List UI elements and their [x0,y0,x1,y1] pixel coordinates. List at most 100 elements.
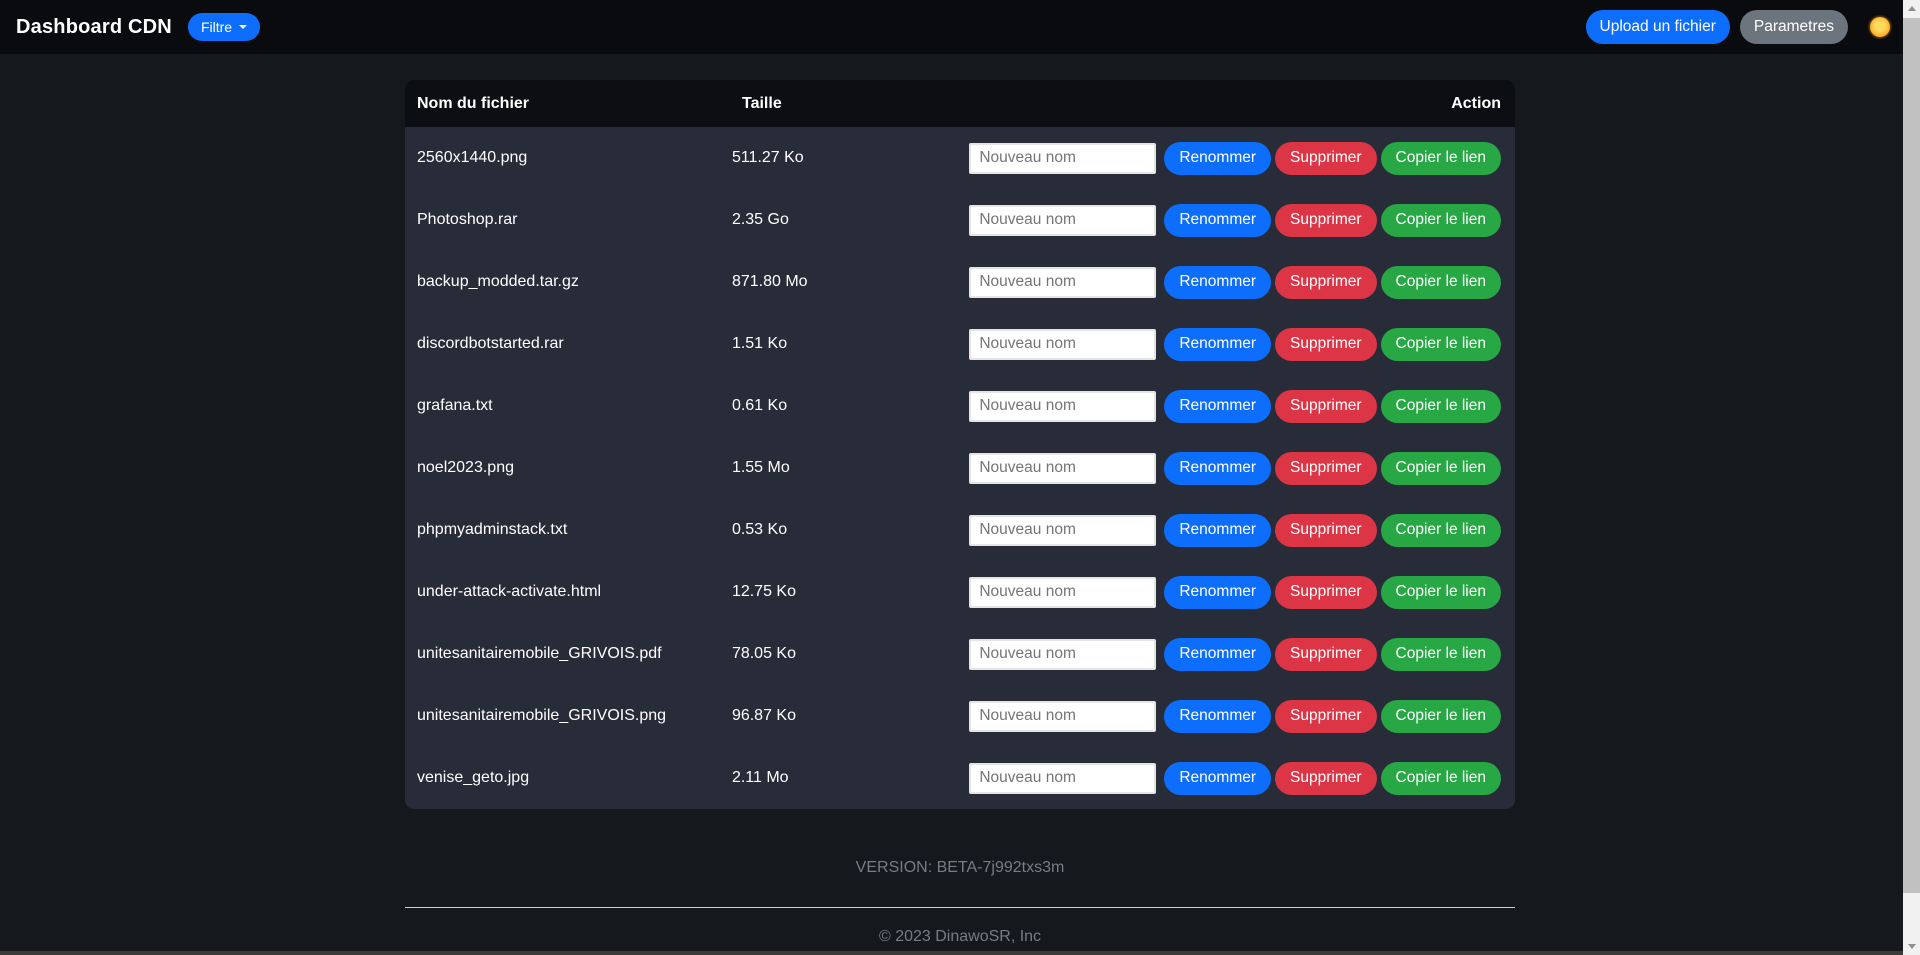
rename-input[interactable] [969,701,1156,732]
rename-button[interactable]: Renommer [1164,638,1271,671]
copyright-text: © 2023 DinawoSR, Inc [405,928,1515,946]
delete-button[interactable]: Supprimer [1275,328,1377,361]
copy-link-button[interactable]: Copier le lien [1381,204,1501,237]
app-title: Dashboard CDN [16,16,172,39]
rename-input[interactable] [969,577,1156,608]
file-name: unitesanitairemobile_GRIVOIS.pdf [405,645,732,663]
table-row: backup_modded.tar.gz 871.80 Mo Renommer … [405,251,1515,313]
rename-input[interactable] [969,639,1156,670]
rename-input[interactable] [969,453,1156,484]
navbar: Dashboard CDN Filtre Upload un fichier P… [0,0,1920,54]
file-name: 2560x1440.png [405,149,732,167]
table-row: discordbotstarted.rar 1.51 Ko Renommer S… [405,313,1515,375]
filter-dropdown-label: Filtre [201,19,232,35]
rename-input[interactable] [969,329,1156,360]
vertical-scrollbar[interactable] [1903,0,1920,955]
rename-input[interactable] [969,515,1156,546]
delete-button[interactable]: Supprimer [1275,266,1377,299]
rename-button[interactable]: Renommer [1164,452,1271,485]
row-actions: Renommer Supprimer Copier le lien [969,142,1515,175]
table-row: Photoshop.rar 2.35 Go Renommer Supprimer… [405,189,1515,251]
filter-dropdown-button[interactable]: Filtre [188,13,260,41]
file-name: phpmyadminstack.txt [405,521,732,539]
row-actions: Renommer Supprimer Copier le lien [969,700,1515,733]
row-actions: Renommer Supprimer Copier le lien [969,452,1515,485]
copy-link-button[interactable]: Copier le lien [1381,638,1501,671]
row-actions: Renommer Supprimer Copier le lien [969,762,1515,795]
rename-button[interactable]: Renommer [1164,142,1271,175]
rename-button[interactable]: Renommer [1164,514,1271,547]
rename-button[interactable]: Renommer [1164,204,1271,237]
rename-button[interactable]: Renommer [1164,700,1271,733]
file-name: discordbotstarted.rar [405,335,732,353]
navbar-actions: Upload un fichier Parametres [1586,10,1904,44]
delete-button[interactable]: Supprimer [1275,762,1377,795]
file-name: grafana.txt [405,397,732,415]
delete-button[interactable]: Supprimer [1275,700,1377,733]
file-size: 2.11 Mo [732,769,969,787]
row-actions: Renommer Supprimer Copier le lien [969,390,1515,423]
table-row: phpmyadminstack.txt 0.53 Ko Renommer Sup… [405,499,1515,561]
settings-button[interactable]: Parametres [1740,10,1848,44]
delete-button[interactable]: Supprimer [1275,638,1377,671]
rename-button[interactable]: Renommer [1164,390,1271,423]
file-name: under-attack-activate.html [405,583,732,601]
row-actions: Renommer Supprimer Copier le lien [969,638,1515,671]
rename-input[interactable] [969,205,1156,236]
rename-input[interactable] [969,143,1156,174]
copy-link-button[interactable]: Copier le lien [1381,700,1501,733]
copy-link-button[interactable]: Copier le lien [1381,514,1501,547]
table-row: unitesanitairemobile_GRIVOIS.pdf 78.05 K… [405,623,1515,685]
delete-button[interactable]: Supprimer [1275,390,1377,423]
upload-file-button[interactable]: Upload un fichier [1586,10,1730,44]
table-header-row: Nom du fichier Taille Action [405,80,1515,127]
delete-button[interactable]: Supprimer [1275,204,1377,237]
delete-button[interactable]: Supprimer [1275,514,1377,547]
row-actions: Renommer Supprimer Copier le lien [969,204,1515,237]
version-text: VERSION: BETA-7j992txs3m [405,859,1515,877]
scrollbar-thumb[interactable] [1903,18,1920,893]
copy-link-button[interactable]: Copier le lien [1381,390,1501,423]
rename-input[interactable] [969,267,1156,298]
file-size: 0.61 Ko [732,397,969,415]
window-bottom-edge [0,951,1903,955]
table-row: under-attack-activate.html 12.75 Ko Reno… [405,561,1515,623]
column-header-size: Taille [742,95,987,113]
copy-link-button[interactable]: Copier le lien [1381,328,1501,361]
rename-input[interactable] [969,763,1156,794]
copy-link-button[interactable]: Copier le lien [1381,452,1501,485]
file-size: 78.05 Ko [732,645,969,663]
column-header-action: Action [987,95,1515,113]
copy-link-button[interactable]: Copier le lien [1381,142,1501,175]
rename-input[interactable] [969,391,1156,422]
file-name: Photoshop.rar [405,211,732,229]
copy-link-button[interactable]: Copier le lien [1381,576,1501,609]
file-name: venise_geto.jpg [405,769,732,787]
delete-button[interactable]: Supprimer [1275,452,1377,485]
file-name: backup_modded.tar.gz [405,273,732,291]
rename-button[interactable]: Renommer [1164,576,1271,609]
scroll-up-button[interactable] [1903,0,1920,17]
file-size: 2.35 Go [732,211,969,229]
copy-link-button[interactable]: Copier le lien [1381,762,1501,795]
copy-link-button[interactable]: Copier le lien [1381,266,1501,299]
column-header-filename: Nom du fichier [405,95,742,113]
scroll-down-icon [1908,944,1916,949]
file-size: 1.55 Mo [732,459,969,477]
rename-button[interactable]: Renommer [1164,762,1271,795]
table-row: venise_geto.jpg 2.11 Mo Renommer Supprim… [405,747,1515,809]
delete-button[interactable]: Supprimer [1275,142,1377,175]
delete-button[interactable]: Supprimer [1275,576,1377,609]
rename-button[interactable]: Renommer [1164,328,1271,361]
footer-divider [405,907,1515,908]
scroll-down-button[interactable] [1903,938,1920,955]
scroll-up-icon [1908,6,1916,11]
sun-icon[interactable] [1870,17,1890,37]
rename-button[interactable]: Renommer [1164,266,1271,299]
table-body: 2560x1440.png 511.27 Ko Renommer Supprim… [405,127,1515,809]
file-size: 96.87 Ko [732,707,969,725]
table-row: 2560x1440.png 511.27 Ko Renommer Supprim… [405,127,1515,189]
row-actions: Renommer Supprimer Copier le lien [969,328,1515,361]
main-content: Nom du fichier Taille Action 2560x1440.p… [405,80,1515,946]
file-table: Nom du fichier Taille Action 2560x1440.p… [405,80,1515,809]
